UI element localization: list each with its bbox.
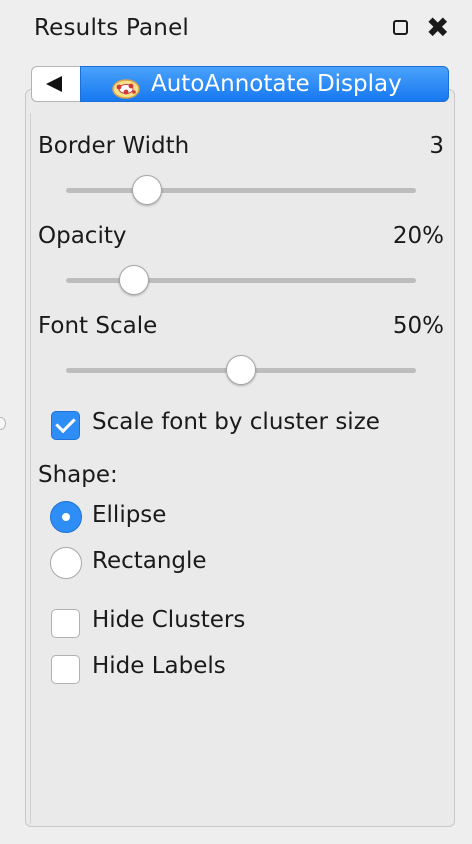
- scale-font-label[interactable]: Scale font by cluster size: [92, 409, 380, 435]
- autoannotate-display-button[interactable]: AutoAnnotate Display: [80, 66, 449, 102]
- hide-labels-label[interactable]: Hide Labels: [92, 653, 226, 679]
- border-width-value: 3: [429, 133, 444, 159]
- ellipse-radio[interactable]: [50, 501, 82, 533]
- float-window-icon[interactable]: [393, 20, 408, 35]
- scale-font-checkbox[interactable]: [51, 411, 80, 440]
- opacity-label: Opacity: [38, 223, 127, 249]
- rectangle-label[interactable]: Rectangle: [92, 548, 207, 574]
- border-width-label: Border Width: [38, 133, 190, 159]
- font-scale-label: Font Scale: [38, 313, 158, 339]
- opacity-value: 20%: [392, 223, 444, 249]
- close-icon[interactable]: ✖: [426, 12, 449, 44]
- border-width-slider-thumb[interactable]: [131, 175, 162, 205]
- rectangle-radio[interactable]: [50, 547, 82, 579]
- autoannotate-logo-icon: [112, 75, 140, 109]
- font-scale-slider[interactable]: [66, 355, 416, 385]
- panel-title: Results Panel: [34, 15, 190, 41]
- font-scale-value: 50%: [392, 313, 444, 339]
- font-scale-slider-thumb[interactable]: [226, 355, 256, 385]
- resize-handle[interactable]: [0, 417, 6, 430]
- hide-clusters-checkbox[interactable]: [51, 609, 80, 638]
- hide-clusters-label[interactable]: Hide Clusters: [92, 607, 245, 633]
- hide-labels-checkbox[interactable]: [51, 655, 80, 684]
- back-button[interactable]: [31, 66, 80, 102]
- opacity-slider[interactable]: [66, 265, 416, 295]
- shape-label: Shape:: [38, 462, 118, 488]
- autoannotate-display-title: AutoAnnotate Display: [151, 71, 402, 97]
- border-width-slider[interactable]: [66, 175, 416, 205]
- ellipse-label[interactable]: Ellipse: [92, 502, 166, 528]
